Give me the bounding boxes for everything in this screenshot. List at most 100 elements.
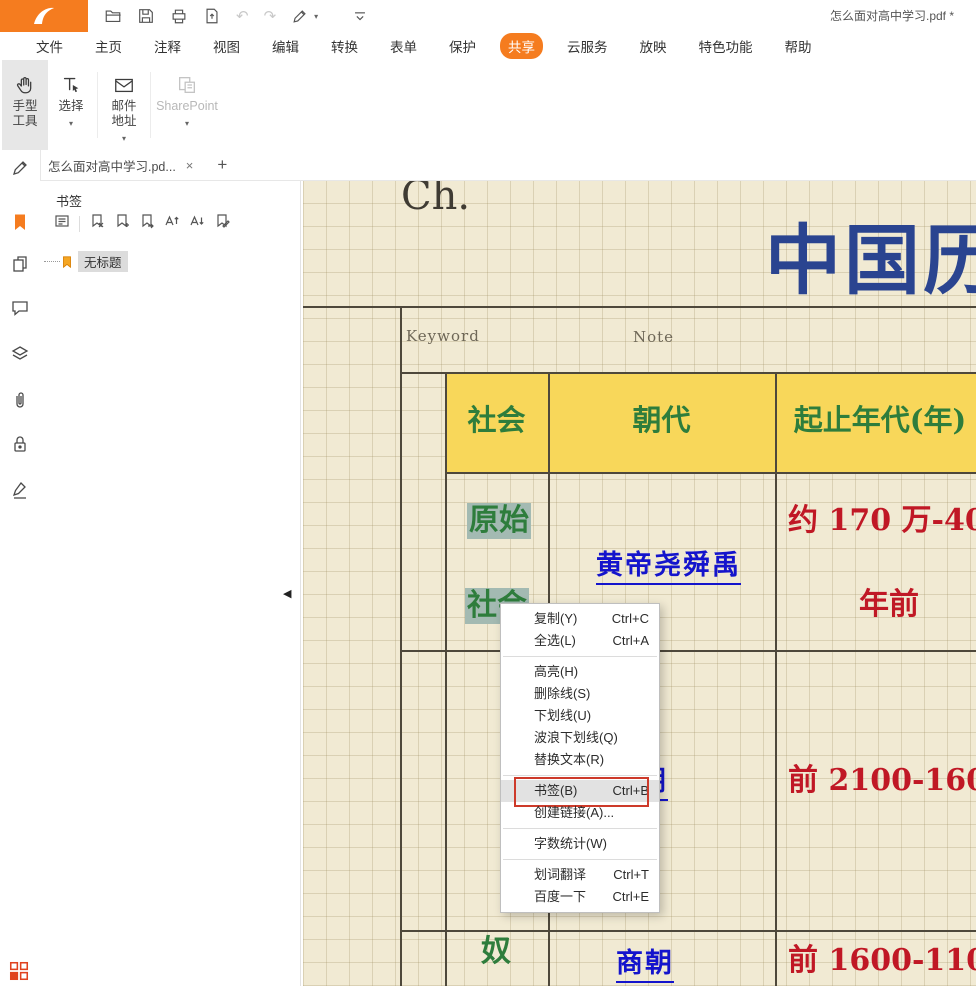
context-menu-item[interactable]: 书签(B)Ctrl+B (501, 780, 659, 802)
context-menu-item-label: 百度一下 (534, 886, 586, 908)
security-lock-icon[interactable] (10, 434, 30, 454)
pencil-icon[interactable] (10, 158, 30, 178)
context-menu-separator (503, 859, 657, 860)
chapter-heading: Ch. (401, 181, 470, 219)
menu-tab[interactable]: 表单 (382, 33, 425, 59)
select-tool-button[interactable]: 选择 ▾ (48, 60, 94, 150)
redo-icon: ↷ (264, 9, 277, 24)
menu-tab[interactable]: 放映 (632, 33, 675, 59)
table-col-line-3 (775, 372, 777, 986)
ribbon: 手型 工具 选择 ▾ 邮件 地址 ▾ (0, 60, 976, 151)
cell-years-1a: 约 170 万-4000 (788, 503, 976, 539)
mail-icon (113, 71, 135, 99)
context-menu-item[interactable]: 高亮(H) (501, 661, 659, 683)
font-decrease-icon[interactable] (189, 213, 205, 234)
cell-years-2: 前 2100-1600 (788, 763, 976, 799)
context-menu-item-label: 字数统计(W) (534, 833, 607, 855)
hand-tool-button[interactable]: 手型 工具 (2, 60, 48, 150)
menu-tab[interactable]: 视图 (205, 33, 248, 59)
context-menu-item[interactable]: 复制(Y)Ctrl+C (501, 608, 659, 630)
menu-tab[interactable]: 帮助 (777, 33, 820, 59)
bookmark-options-icon[interactable] (54, 213, 70, 234)
bookmark-tree-item[interactable]: 无标题 (44, 251, 128, 272)
context-menu-item[interactable]: 全选(L)Ctrl+A (501, 630, 659, 652)
cell-society-primitive[interactable]: 原始 (467, 503, 531, 539)
toolbar-divider (79, 216, 80, 232)
edit-bookmark-icon[interactable] (214, 213, 230, 234)
next-bookmark-icon[interactable] (139, 213, 155, 234)
context-menu-item[interactable]: 替换文本(R) (501, 749, 659, 771)
layout-grid-icon[interactable] (8, 960, 28, 980)
ribbon-separator (97, 72, 98, 138)
stamp-caret-icon[interactable]: ▾ (314, 12, 318, 21)
bookmarks-panel-title: 书签 (56, 191, 82, 210)
menu-tab[interactable]: 注释 (146, 33, 189, 59)
add-bookmark-icon[interactable] (114, 213, 130, 234)
save-icon[interactable] (137, 7, 155, 25)
delete-bookmark-icon[interactable] (89, 213, 105, 234)
sharepoint-caret-icon: ▾ (185, 116, 189, 131)
layers-panel-icon[interactable] (10, 344, 30, 364)
attachments-panel-icon[interactable] (10, 390, 30, 410)
context-menu-item[interactable]: 波浪下划线(Q) (501, 727, 659, 749)
table-header-dynasty: 朝代 (548, 397, 775, 439)
window-document-title: 怎么面对高中学习.pdf * (830, 0, 976, 32)
mail-label-1: 邮件 (111, 99, 136, 114)
bookmark-item-label[interactable]: 无标题 (78, 251, 128, 272)
menu-tab[interactable]: 文件 (28, 33, 71, 59)
cell-society-slave: 奴 (481, 934, 511, 970)
sharepoint-button[interactable]: SharePoint ▾ (154, 60, 220, 150)
bookmark-item-icon (60, 255, 74, 269)
ribbon-separator (150, 72, 151, 138)
hand-tool-icon (14, 71, 36, 99)
menu-tab[interactable]: 主页 (87, 33, 130, 59)
header-rule (303, 306, 976, 308)
toolbar-collapse-icon[interactable] (351, 7, 369, 25)
mail-address-button[interactable]: 邮件 地址 ▾ (101, 60, 147, 150)
context-menu-item[interactable]: 创建链接(A)... (501, 802, 659, 824)
hand-tool-label-1: 手型 (12, 99, 37, 114)
mail-label-2: 地址 (111, 114, 136, 129)
context-menu-item[interactable]: 下划线(U) (501, 705, 659, 727)
export-icon[interactable] (203, 7, 221, 25)
table-row-line-2 (400, 930, 976, 932)
tab-close-icon[interactable]: × (186, 158, 194, 173)
font-increase-icon[interactable] (164, 213, 180, 234)
brand-bird-icon (31, 5, 57, 27)
document-tab-bar: 怎么面对高中学习.pd... × + (40, 150, 976, 181)
context-menu-item-shortcut: Ctrl+C (612, 608, 649, 630)
context-menu-item-shortcut: Ctrl+A (613, 630, 649, 652)
app-logo[interactable] (0, 0, 88, 32)
menu-tab[interactable]: 编辑 (264, 33, 307, 59)
bookmarks-panel: 书签 (40, 181, 301, 986)
comments-panel-icon[interactable] (10, 298, 30, 318)
menu-tab[interactable]: 共享 (500, 33, 543, 59)
page-thumbnails-icon[interactable] (10, 254, 30, 274)
context-menu-item[interactable]: 字数统计(W) (501, 833, 659, 855)
panel-collapse-icon[interactable]: ◀ (283, 587, 291, 600)
new-tab-button[interactable]: + (217, 155, 227, 175)
context-menu-item[interactable]: 百度一下 Ctrl+E (501, 886, 659, 908)
cell-dynasty-shang[interactable]: 商朝 (616, 947, 674, 983)
print-icon[interactable] (170, 7, 188, 25)
open-file-icon[interactable] (104, 7, 122, 25)
menu-tab[interactable]: 云服务 (559, 33, 616, 59)
cell-dynasty-huangdi[interactable]: 黄帝尧舜禹 (596, 549, 741, 585)
menu-tab[interactable]: 转换 (323, 33, 366, 59)
menu-tab[interactable]: 保护 (441, 33, 484, 59)
bookmarks-panel-icon[interactable] (10, 212, 30, 232)
stamp-tool-icon[interactable] (291, 7, 309, 25)
signature-panel-icon[interactable] (10, 480, 30, 500)
context-menu-item[interactable]: 划词翻译Ctrl+T (501, 864, 659, 886)
hand-tool-label-2: 工具 (12, 114, 37, 129)
title-bar: ↶ ↷ ▾ 怎么面对高中学习.pdf * (0, 0, 976, 33)
context-menu-separator (503, 775, 657, 776)
bookmarks-toolbar (54, 213, 230, 234)
mail-caret-icon: ▾ (122, 131, 126, 146)
menu-tab[interactable]: 特色功能 (691, 33, 761, 59)
menu-bar: 文件主页注释视图编辑转换表单保护共享云服务放映特色功能帮助 (0, 32, 976, 60)
context-menu-item[interactable]: 删除线(S) (501, 683, 659, 705)
document-tab[interactable]: 怎么面对高中学习.pd... × (40, 150, 203, 180)
context-menu-item-label: 替换文本(R) (534, 749, 604, 771)
context-menu-item-shortcut: Ctrl+E (613, 886, 649, 908)
